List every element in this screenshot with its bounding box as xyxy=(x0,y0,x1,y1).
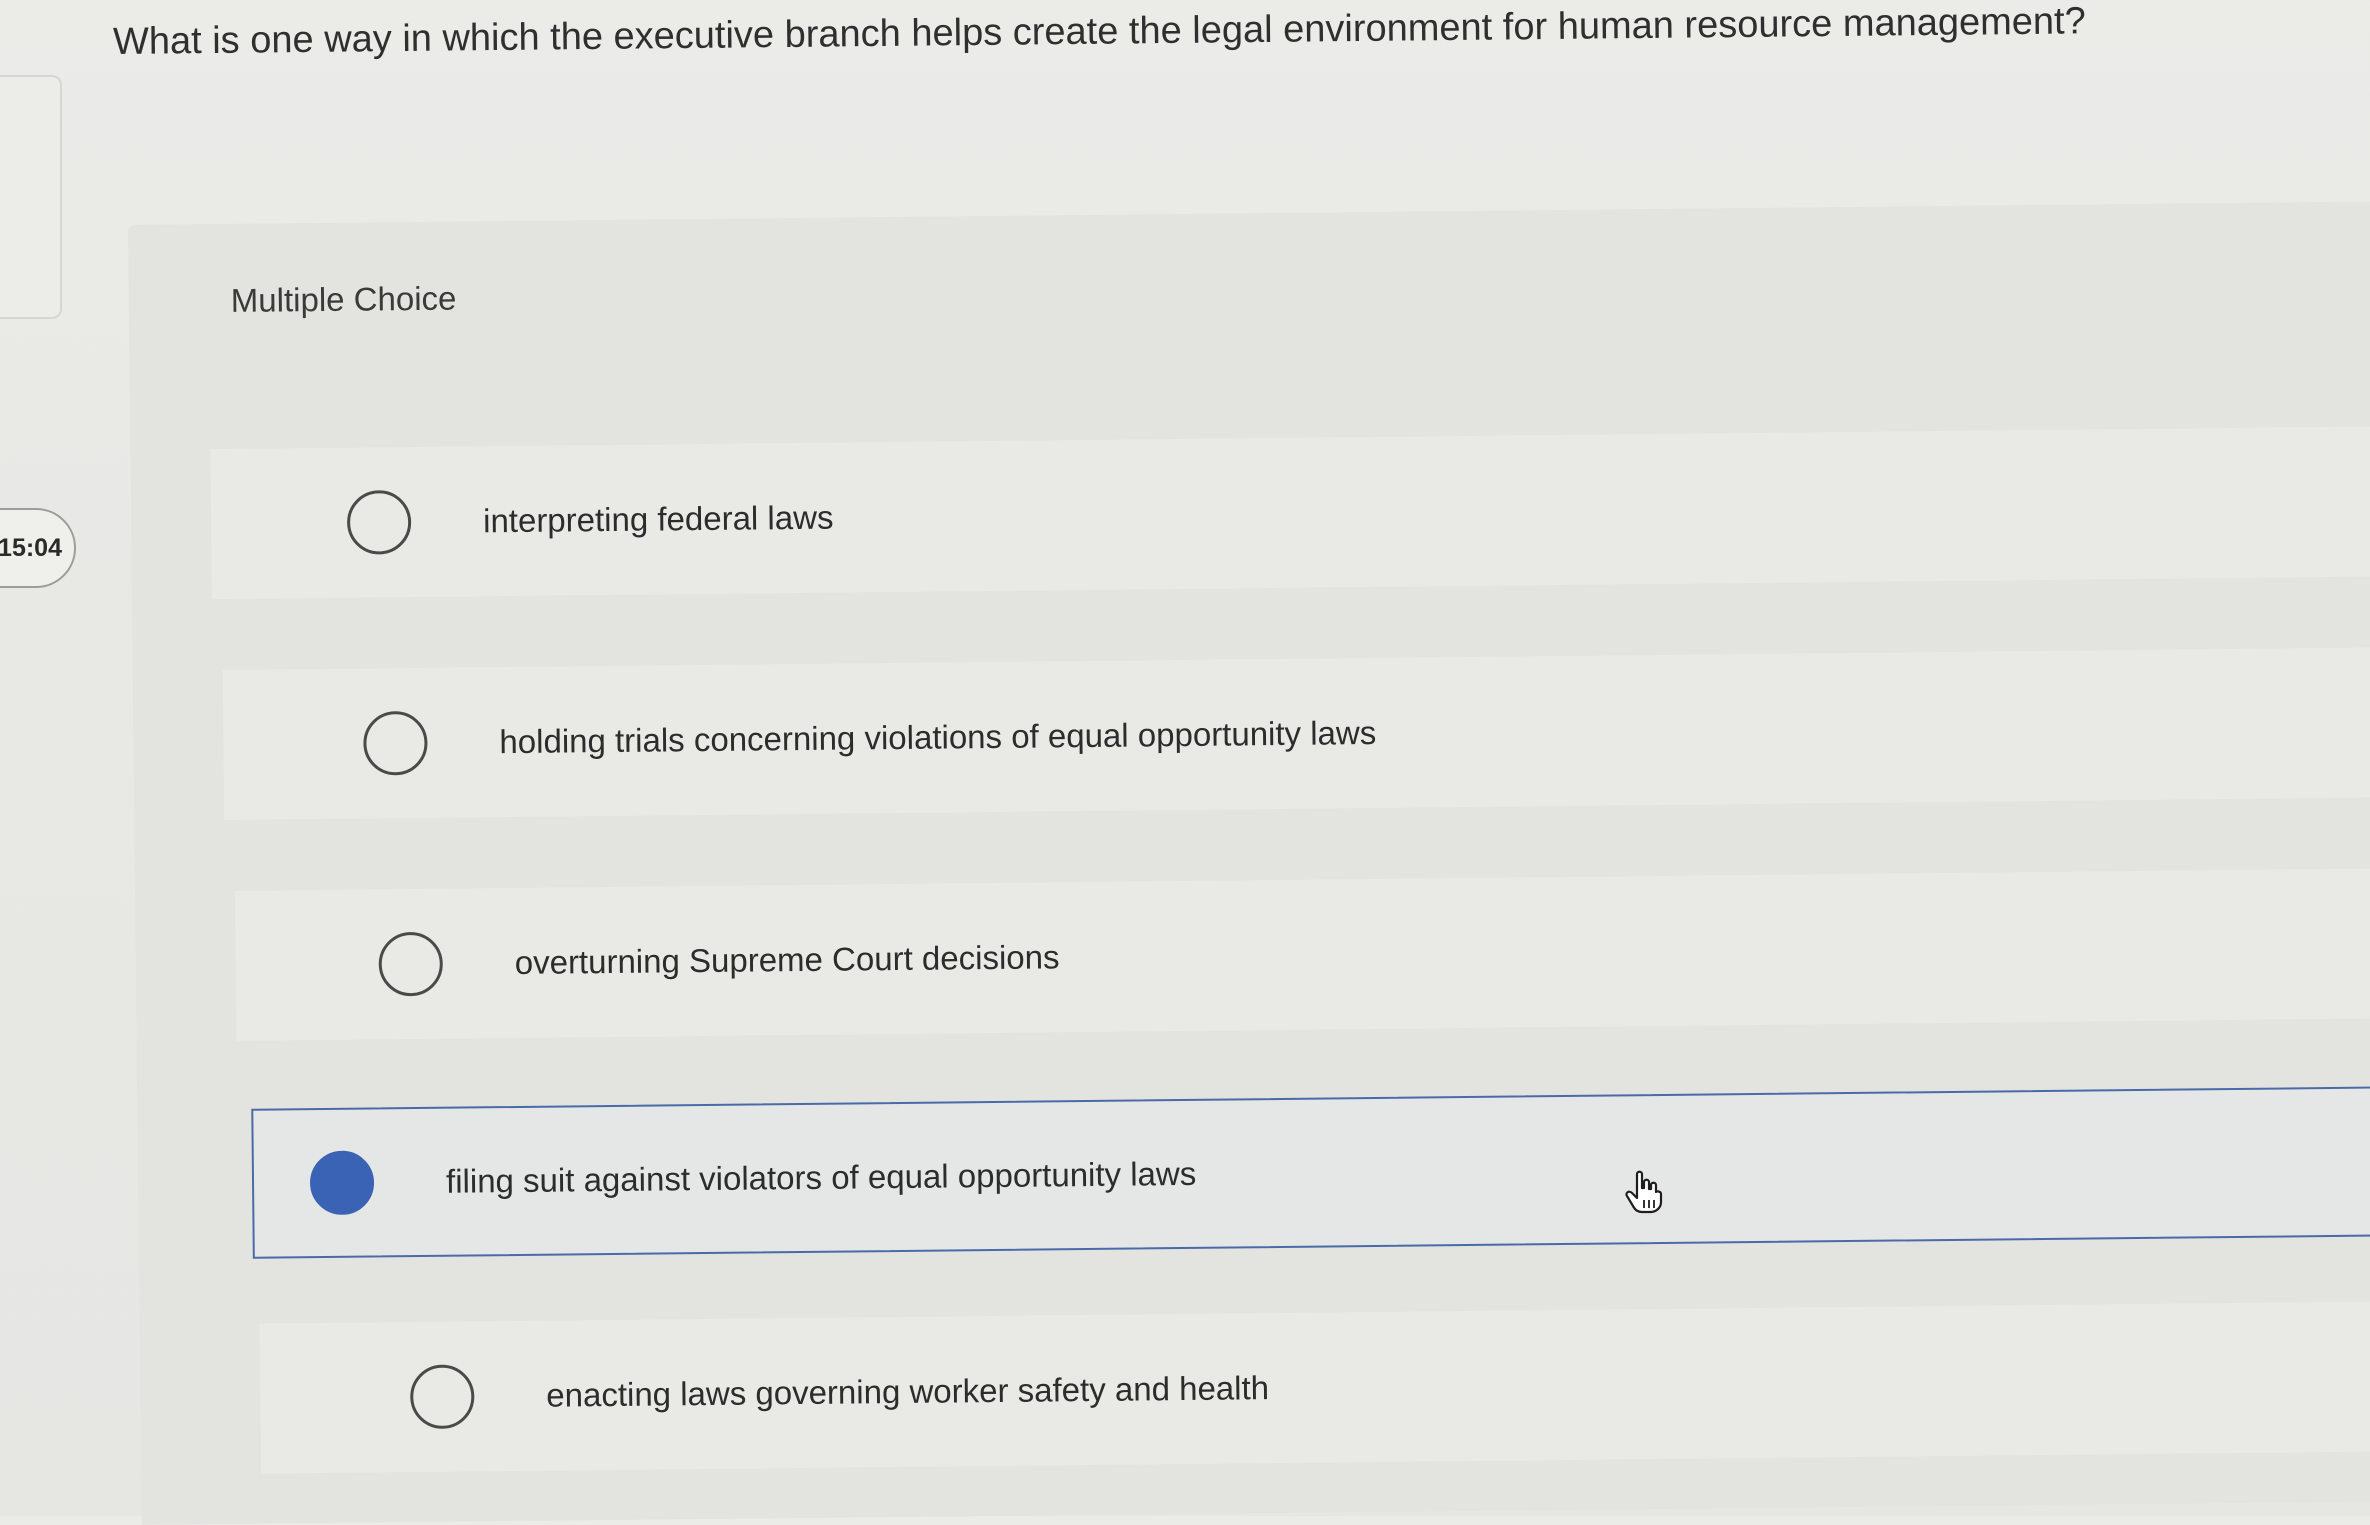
multiple-choice-heading: Multiple Choice xyxy=(230,279,457,319)
option-label: overturning Supreme Court decisions xyxy=(514,938,1060,981)
option-4-selected[interactable]: filing suit against violators of equal o… xyxy=(251,1086,2370,1259)
option-label: filing suit against violators of equal o… xyxy=(445,1154,1197,1200)
option-label: enacting laws governing worker safety an… xyxy=(546,1369,1270,1414)
radio-button-selected[interactable] xyxy=(309,1150,375,1216)
option-label: interpreting federal laws xyxy=(482,498,834,540)
timer-badge[interactable]: 15:04 xyxy=(0,508,76,588)
option-2[interactable]: holding trials concerning violations of … xyxy=(222,647,2370,821)
radio-button[interactable] xyxy=(346,490,412,555)
option-1[interactable]: interpreting federal laws xyxy=(210,426,2370,600)
radio-button[interactable] xyxy=(409,1364,475,1430)
question-text: What is one way in which the executive b… xyxy=(112,0,2086,63)
option-3[interactable]: overturning Supreme Court decisions xyxy=(234,868,2370,1041)
timer-text: 15:04 xyxy=(0,533,62,562)
radio-button[interactable] xyxy=(378,931,444,997)
option-label: holding trials concerning violations of … xyxy=(499,713,1377,761)
option-5[interactable]: enacting laws governing worker safety an… xyxy=(259,1301,2370,1474)
side-panel xyxy=(0,75,62,319)
multiple-choice-panel: Multiple Choice interpreting federal law… xyxy=(128,201,2370,1525)
hand-pointer-icon xyxy=(1625,1170,1663,1214)
radio-button[interactable] xyxy=(363,710,428,776)
